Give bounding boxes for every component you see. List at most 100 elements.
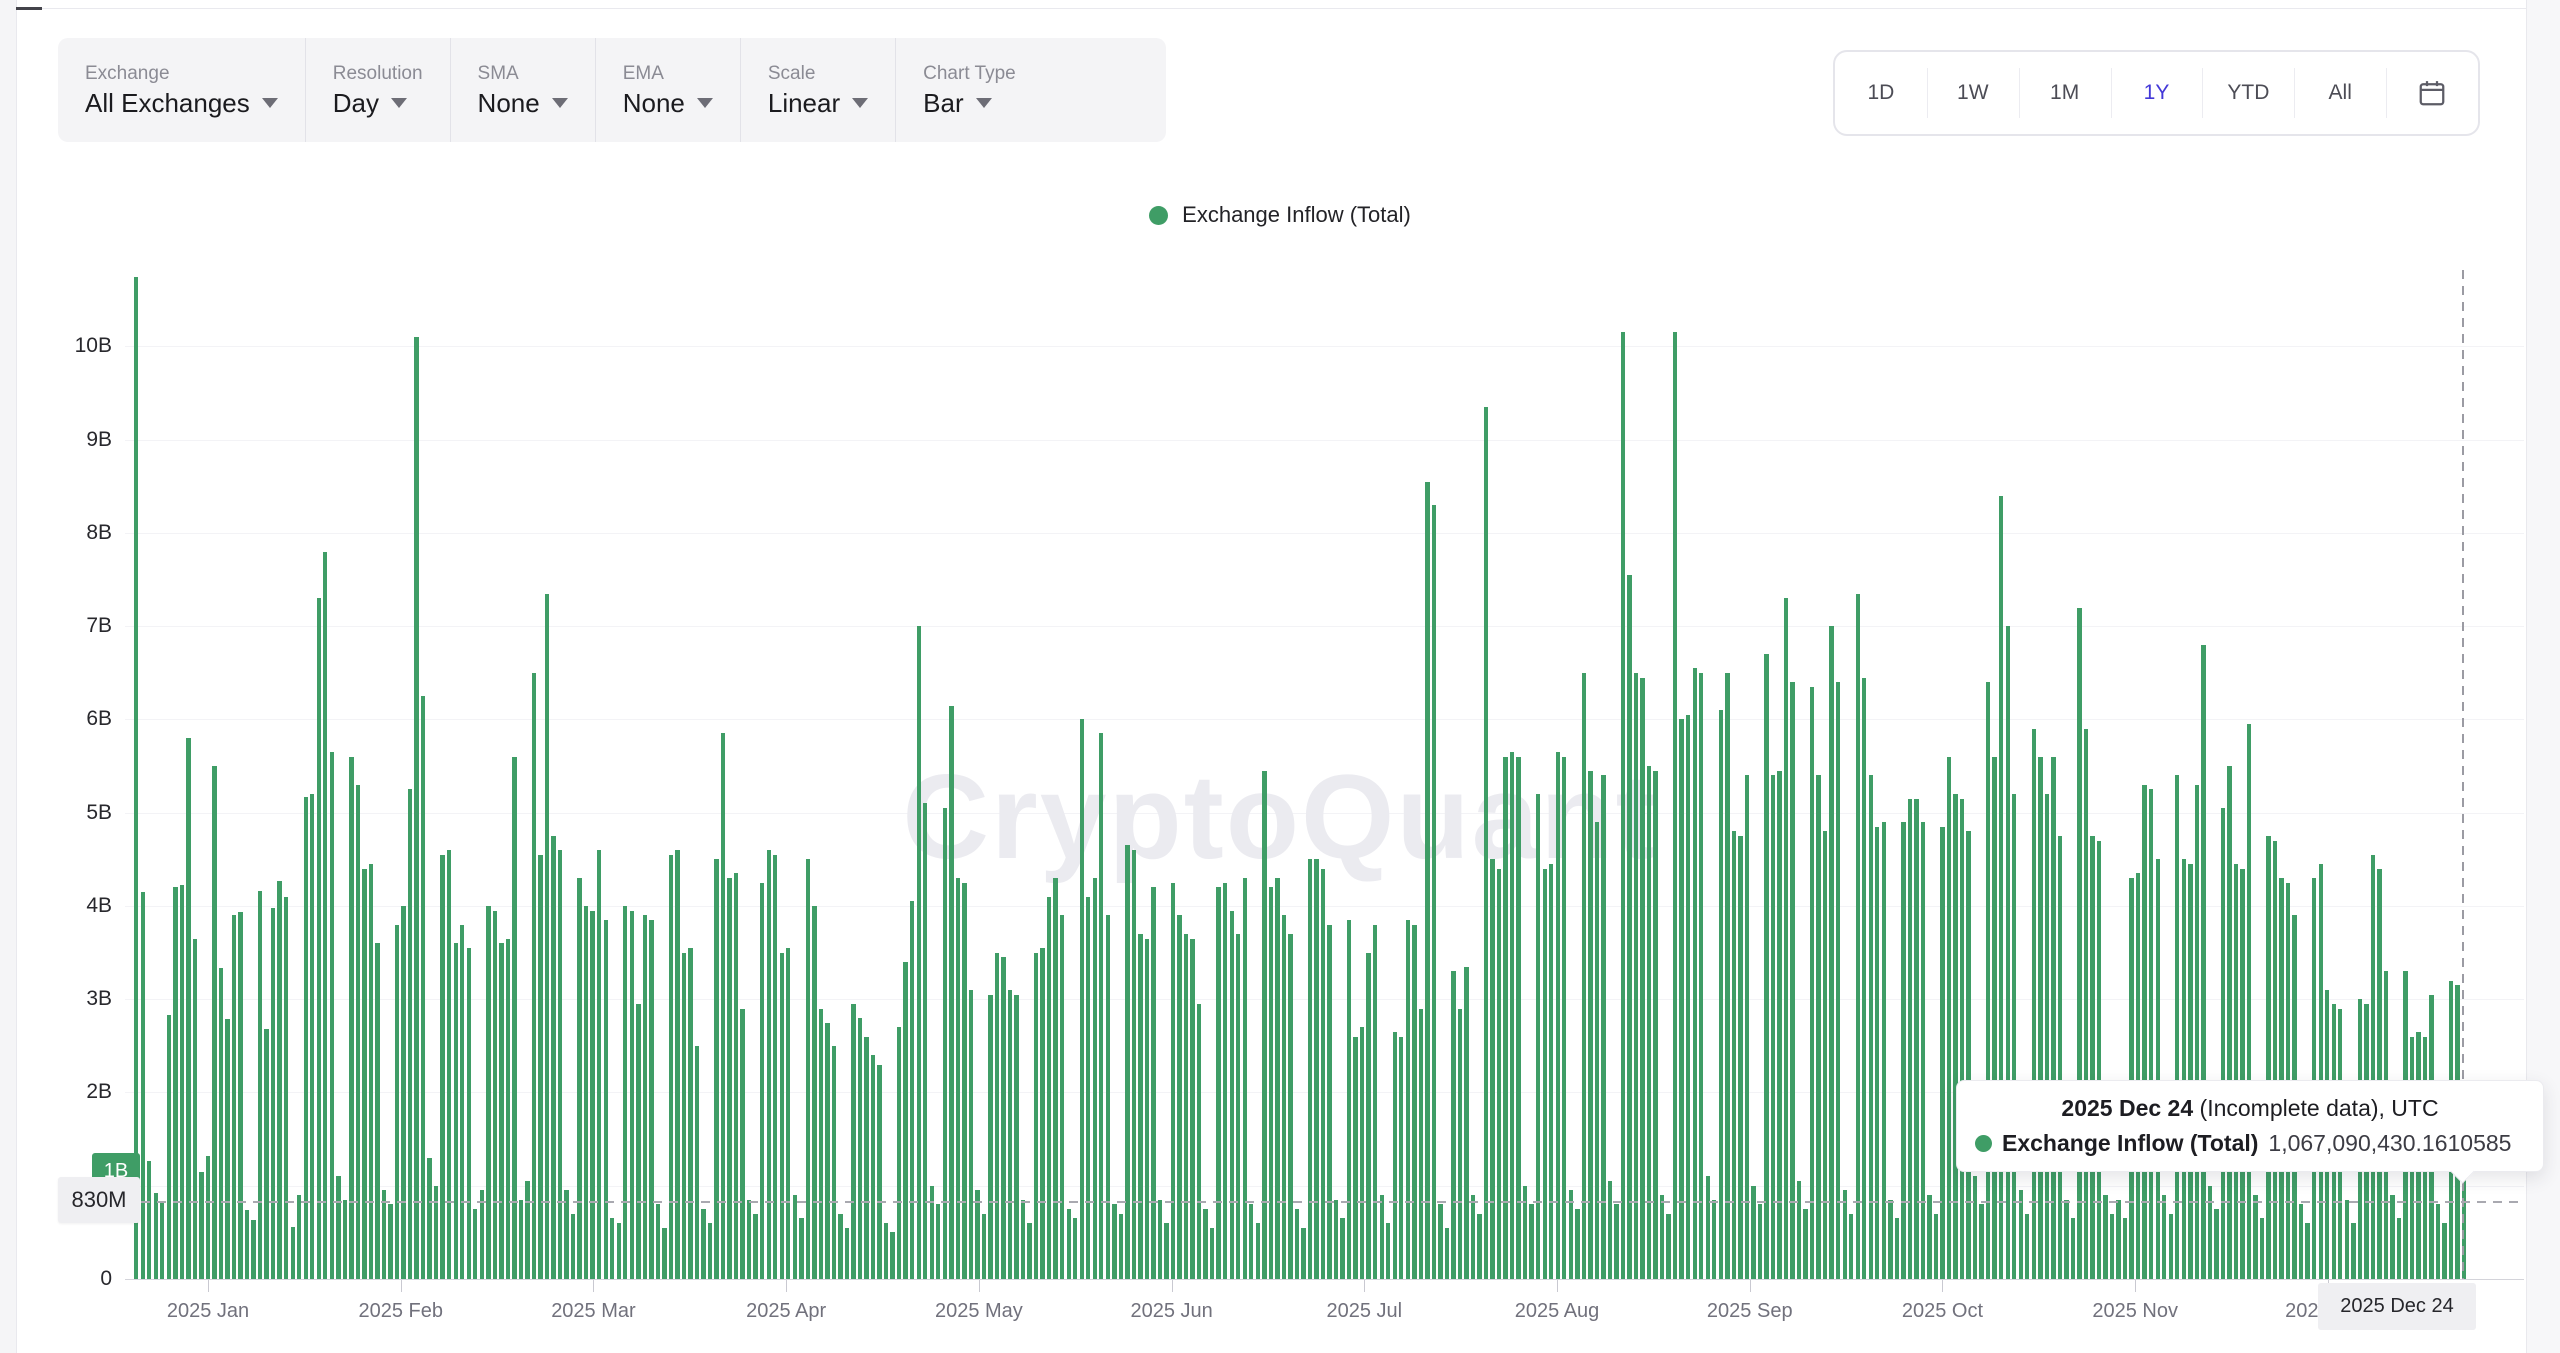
bar[interactable] <box>1856 594 1860 1279</box>
bar[interactable] <box>2240 869 2244 1279</box>
bar[interactable] <box>219 968 223 1279</box>
bar[interactable] <box>2397 1218 2401 1279</box>
bar[interactable] <box>414 337 418 1279</box>
bar[interactable] <box>2103 1195 2107 1279</box>
bar[interactable] <box>812 906 816 1279</box>
bar[interactable] <box>747 1200 751 1279</box>
bar[interactable] <box>1810 687 1814 1279</box>
bar[interactable] <box>277 881 281 1279</box>
bar[interactable] <box>1901 822 1905 1279</box>
bar[interactable] <box>780 953 784 1279</box>
bar[interactable] <box>1243 878 1247 1279</box>
bar[interactable] <box>1908 799 1912 1279</box>
bar[interactable] <box>1986 682 1990 1279</box>
bar[interactable] <box>1732 831 1736 1279</box>
bar[interactable] <box>806 859 810 1279</box>
bar[interactable] <box>767 850 771 1279</box>
bar[interactable] <box>1686 715 1690 1279</box>
bar[interactable] <box>1027 1223 1031 1279</box>
bar[interactable] <box>701 1209 705 1279</box>
bar[interactable] <box>1608 1181 1612 1279</box>
bar[interactable] <box>1979 1204 1983 1279</box>
bar[interactable] <box>917 626 921 1279</box>
bar[interactable] <box>1008 990 1012 1279</box>
bar[interactable] <box>975 1190 979 1279</box>
bar[interactable] <box>1295 1209 1299 1279</box>
bar[interactable] <box>447 850 451 1279</box>
bar[interactable] <box>2169 1214 2173 1279</box>
bar[interactable] <box>1621 332 1625 1279</box>
bar[interactable] <box>871 1055 875 1279</box>
bar[interactable] <box>323 552 327 1279</box>
bar[interactable] <box>877 1065 881 1279</box>
bar[interactable] <box>251 1220 255 1279</box>
bar[interactable] <box>597 850 601 1279</box>
bar[interactable] <box>2064 1200 2068 1279</box>
bar[interactable] <box>753 1214 757 1279</box>
bar[interactable] <box>799 1218 803 1279</box>
bar[interactable] <box>1849 1214 1853 1279</box>
bar[interactable] <box>1210 1228 1214 1279</box>
bar[interactable] <box>186 738 190 1279</box>
bar[interactable] <box>1869 775 1873 1279</box>
bar[interactable] <box>1360 1027 1364 1279</box>
bar[interactable] <box>2129 878 2133 1279</box>
bar[interactable] <box>727 878 731 1279</box>
bar[interactable] <box>1366 953 1370 1279</box>
bar[interactable] <box>245 1210 249 1279</box>
bar[interactable] <box>786 948 790 1279</box>
bar[interactable] <box>1060 915 1064 1279</box>
bar[interactable] <box>1843 1190 1847 1279</box>
bar[interactable] <box>1145 939 1149 1279</box>
bar[interactable] <box>2175 775 2179 1279</box>
bar[interactable] <box>1829 626 1833 1279</box>
bar[interactable] <box>408 789 412 1279</box>
bar[interactable] <box>493 911 497 1279</box>
bar[interactable] <box>858 1018 862 1279</box>
bar[interactable] <box>617 1223 621 1279</box>
bar[interactable] <box>1314 859 1318 1279</box>
bar[interactable] <box>2097 841 2101 1279</box>
bar[interactable] <box>1047 897 1051 1279</box>
bar[interactable] <box>395 925 399 1279</box>
bar[interactable] <box>1953 794 1957 1279</box>
bar[interactable] <box>1451 971 1455 1279</box>
bar[interactable] <box>675 850 679 1279</box>
bar[interactable] <box>1132 850 1136 1279</box>
bar[interactable] <box>1112 1204 1116 1279</box>
bar[interactable] <box>1171 883 1175 1279</box>
bar[interactable] <box>356 785 360 1279</box>
bar[interactable] <box>1138 934 1142 1279</box>
bar[interactable] <box>1190 939 1194 1279</box>
bar[interactable] <box>1093 878 1097 1279</box>
bar[interactable] <box>688 948 692 1279</box>
bar[interactable] <box>825 1023 829 1279</box>
range-button-ytd[interactable]: YTD <box>2202 52 2294 134</box>
bar[interactable] <box>2032 729 2036 1279</box>
bar[interactable] <box>714 859 718 1279</box>
bar[interactable] <box>1601 775 1605 1279</box>
bar[interactable] <box>793 1195 797 1279</box>
bar[interactable] <box>930 1186 934 1279</box>
bar[interactable] <box>304 797 308 1279</box>
bar[interactable] <box>2266 836 2270 1279</box>
bar[interactable] <box>708 1223 712 1279</box>
bar[interactable] <box>1471 1195 1475 1279</box>
bar[interactable] <box>147 1161 151 1279</box>
bar[interactable] <box>486 906 490 1279</box>
bar[interactable] <box>656 1204 660 1279</box>
bar[interactable] <box>558 850 562 1279</box>
bar[interactable] <box>1327 925 1331 1279</box>
bar[interactable] <box>343 1200 347 1279</box>
bar[interactable] <box>2162 1195 2166 1279</box>
bar[interactable] <box>643 915 647 1279</box>
bar[interactable] <box>2012 794 2016 1279</box>
bar[interactable] <box>1419 1009 1423 1279</box>
bar[interactable] <box>1693 668 1697 1279</box>
bar[interactable] <box>427 1158 431 1279</box>
bar[interactable] <box>1067 1209 1071 1279</box>
bar[interactable] <box>1569 1190 1573 1279</box>
bar[interactable] <box>1106 915 1110 1279</box>
bar[interactable] <box>454 943 458 1279</box>
bar[interactable] <box>2156 859 2160 1279</box>
